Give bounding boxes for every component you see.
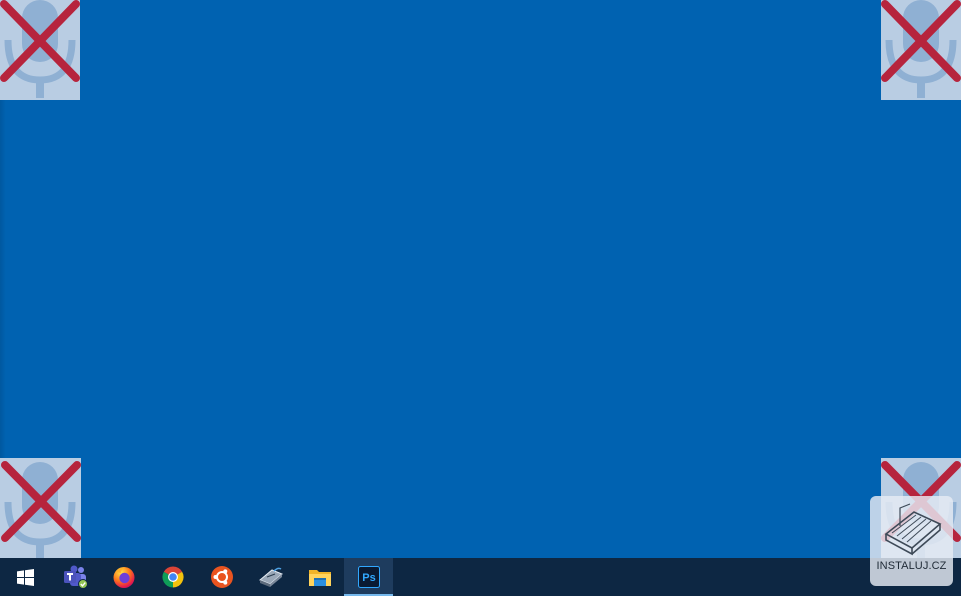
instaluj-watermark: INSTALUJ.CZ xyxy=(870,496,953,586)
app-taskbar-button[interactable] xyxy=(246,558,295,596)
windows-logo-icon xyxy=(16,568,34,586)
folder-icon xyxy=(308,570,331,586)
ubuntu-icon xyxy=(210,566,233,588)
photoshop-icon: Ps xyxy=(357,566,380,588)
firefox-icon xyxy=(113,567,134,588)
firefox-taskbar-button[interactable] xyxy=(99,558,148,596)
start-button[interactable] xyxy=(0,558,50,596)
teams-taskbar-button[interactable] xyxy=(50,558,99,596)
photoshop-taskbar-button[interactable]: Ps xyxy=(344,558,393,596)
watermark-text: INSTALUJ.CZ xyxy=(876,560,947,572)
taskbar: Ps xyxy=(0,558,961,596)
muted-microphone-icon xyxy=(0,458,81,558)
desktop xyxy=(0,0,961,558)
ubuntu-taskbar-button[interactable] xyxy=(197,558,246,596)
app-icon xyxy=(258,567,283,587)
teams-icon xyxy=(63,565,88,589)
muted-microphone-icon xyxy=(881,0,961,100)
chrome-icon xyxy=(161,566,184,588)
muted-microphone-icon xyxy=(0,0,80,100)
file-explorer-taskbar-button[interactable] xyxy=(295,558,344,596)
instaluj-logo-icon xyxy=(884,503,941,556)
chrome-taskbar-button[interactable] xyxy=(148,558,197,596)
photoshop-label: Ps xyxy=(362,572,375,584)
